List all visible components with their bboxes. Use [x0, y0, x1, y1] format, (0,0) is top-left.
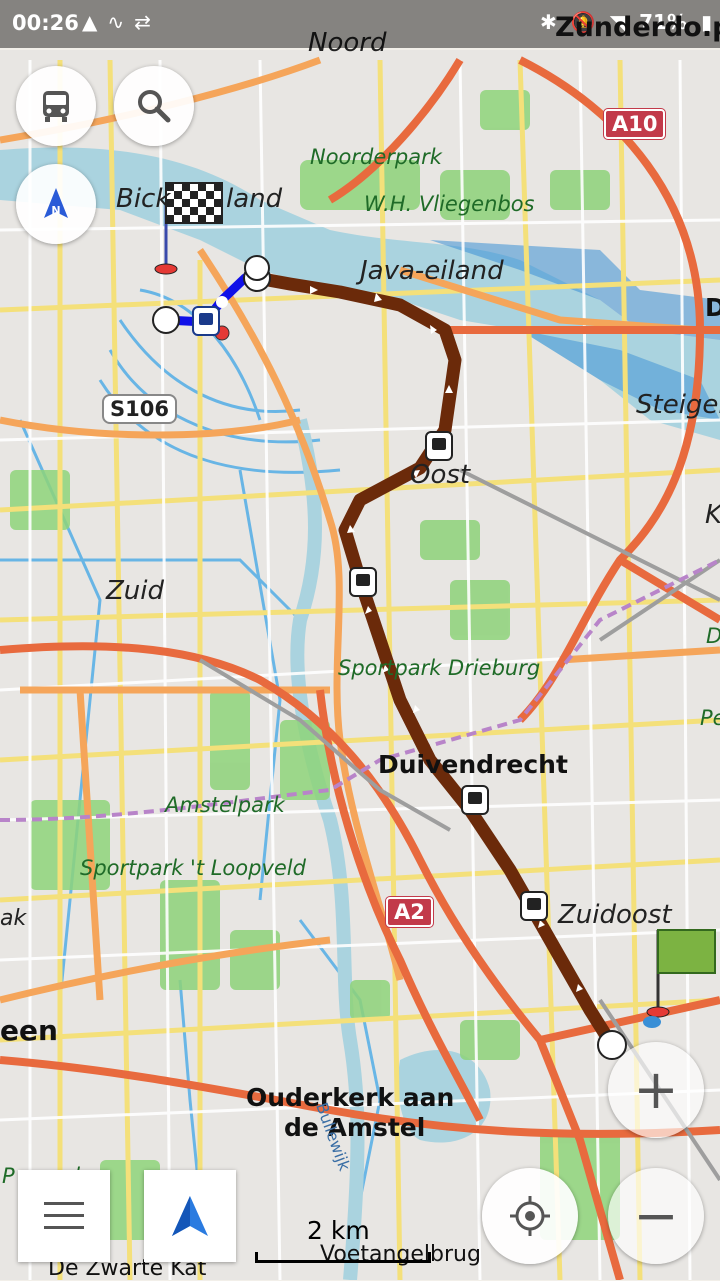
- search-button[interactable]: [114, 66, 194, 146]
- zoom-in-button[interactable]: +: [608, 1042, 704, 1138]
- compass-button[interactable]: N: [16, 164, 96, 244]
- place-label-zuidoost: Zuidoost: [558, 900, 672, 930]
- transport-button[interactable]: [16, 66, 96, 146]
- place-label-noorderpark: Noorderpark: [310, 145, 442, 169]
- scale-label: 2 km: [307, 1216, 370, 1245]
- road-shield-s106: S106: [102, 394, 177, 424]
- zoom-out-button[interactable]: −: [608, 1168, 704, 1264]
- menu-icon: [44, 1202, 84, 1229]
- place-label-amstelpark: Amstelpark: [165, 793, 285, 817]
- place-label-een: een: [0, 1014, 58, 1047]
- place-label-duivendrecht: Duivendrecht: [378, 750, 568, 779]
- place-label-vliegenbos: W.H. Vliegenbos: [364, 192, 535, 216]
- place-label-sportpark-loopveld: Sportpark 't Loopveld: [80, 856, 306, 880]
- notification-icons: ▲∿⇄: [82, 10, 161, 34]
- bus-icon: [43, 91, 69, 122]
- road-shield-a10: A10: [604, 109, 666, 139]
- place-label-sportpark-drieburg: Sportpark Drieburg: [338, 656, 541, 680]
- place-label-ak: ak: [0, 906, 27, 931]
- navigation-arrow-icon: [172, 1196, 208, 1236]
- scale-bar: 2 km: [255, 1212, 435, 1263]
- place-label-steiger: Steiger: [636, 390, 720, 420]
- my-location-icon: [510, 1196, 550, 1236]
- place-label-d-east-2: D: [706, 624, 720, 648]
- destination-text: Zunderdo.p: [555, 12, 720, 43]
- place-label-bickersland-left: Bick: [116, 184, 171, 214]
- place-label-bickersland-right: land: [226, 184, 283, 214]
- place-label-ouderkerk-line2: de Amstel: [284, 1113, 426, 1142]
- my-location-button[interactable]: [482, 1168, 578, 1264]
- place-label-pe-east: Pe: [700, 706, 720, 730]
- place-label-ouderkerk-line1: Ouderkerk aan: [246, 1083, 455, 1112]
- compass-letter: N: [51, 204, 60, 217]
- place-label-k-east: K: [705, 500, 720, 530]
- compass-north-icon: N: [44, 188, 68, 218]
- place-label-oost: Oost: [410, 460, 471, 490]
- place-label-zuid: Zuid: [106, 576, 165, 606]
- zoom-in-label: +: [633, 1058, 679, 1121]
- navigate-button[interactable]: [144, 1170, 236, 1262]
- scale-ruler: [255, 1252, 431, 1263]
- zoom-out-label: −: [633, 1184, 679, 1247]
- place-label-java-eiland: Java-eiland: [360, 256, 504, 286]
- road-shield-a2: A2: [386, 897, 433, 927]
- place-label-d-east: D: [705, 293, 720, 322]
- menu-button[interactable]: [18, 1170, 110, 1262]
- status-time: 00:26: [12, 11, 79, 35]
- search-icon: [138, 90, 171, 123]
